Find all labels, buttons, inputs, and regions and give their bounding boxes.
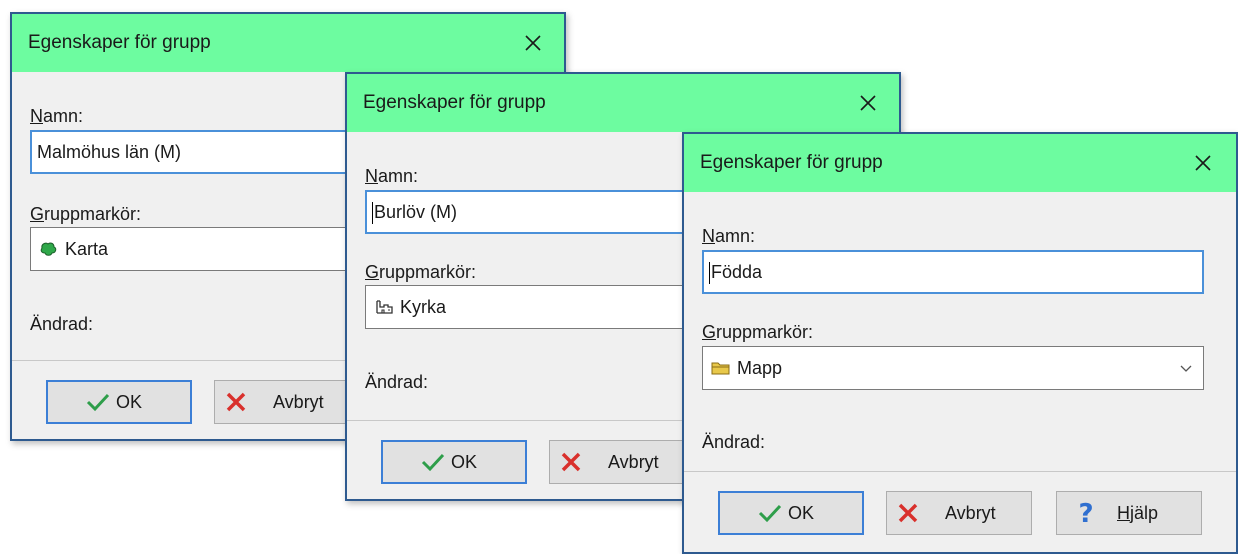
dialog-titlebar[interactable]: Egenskaper för grupp	[12, 14, 564, 72]
svg-text:?: ?	[1078, 500, 1093, 526]
cancel-button[interactable]: Avbryt	[886, 491, 1032, 535]
cancel-button[interactable]: Avbryt	[549, 440, 695, 484]
group-marker-label: Gruppmarkör:	[30, 204, 142, 224]
church-icon	[376, 300, 393, 314]
checkmark-icon	[421, 453, 445, 472]
group-marker-label: Gruppmarkör:	[702, 322, 814, 342]
ok-button[interactable]: OK	[46, 380, 192, 424]
dialog-footer: OK Avbryt ? Hjälp	[684, 471, 1236, 552]
cancel-x-icon	[561, 452, 581, 472]
group-marker-value: Karta	[65, 239, 109, 259]
cancel-x-icon	[898, 503, 918, 523]
checkmark-icon	[86, 393, 110, 412]
changed-label: Ändrad:	[702, 432, 766, 452]
dialog-titlebar[interactable]: Egenskaper för grupp	[347, 74, 899, 132]
close-icon	[860, 95, 876, 111]
dialog-title: Egenskaper för grupp	[363, 92, 546, 113]
chevron-down-icon[interactable]	[1179, 362, 1193, 374]
close-icon	[1195, 155, 1211, 171]
name-label: Namn:	[702, 226, 756, 246]
name-label: Namn:	[365, 166, 419, 186]
text-caret	[372, 202, 373, 225]
group-marker-value: Mapp	[737, 358, 783, 378]
ok-button[interactable]: OK	[381, 440, 527, 484]
group-marker-label: Gruppmarkör:	[365, 262, 477, 282]
changed-label: Ändrad:	[30, 314, 94, 334]
name-label: Namn:	[30, 106, 84, 126]
cancel-x-icon	[226, 392, 246, 412]
help-button[interactable]: ? Hjälp	[1056, 491, 1202, 535]
checkmark-icon	[758, 504, 782, 523]
close-icon	[525, 35, 541, 51]
dialog-title: Egenskaper för grupp	[700, 152, 883, 173]
dialog-title: Egenskaper för grupp	[28, 32, 211, 53]
ok-button[interactable]: OK	[718, 491, 864, 535]
folder-icon	[711, 362, 730, 375]
help-question-icon: ?	[1078, 500, 1093, 526]
cancel-button[interactable]: Avbryt	[214, 380, 360, 424]
close-button[interactable]	[1186, 146, 1220, 180]
changed-label: Ändrad:	[365, 372, 429, 392]
map-icon	[40, 242, 57, 256]
name-input[interactable]: Födda	[702, 250, 1204, 294]
dialog-titlebar[interactable]: Egenskaper för grupp	[684, 134, 1236, 192]
group-marker-select[interactable]: Mapp	[702, 346, 1204, 390]
close-button[interactable]	[851, 86, 885, 120]
text-caret	[709, 262, 710, 285]
group-marker-value: Kyrka	[400, 297, 447, 317]
group-properties-dialog-3: Egenskaper för grupp Namn: Födda Gruppma…	[682, 132, 1238, 554]
close-button[interactable]	[516, 26, 550, 60]
